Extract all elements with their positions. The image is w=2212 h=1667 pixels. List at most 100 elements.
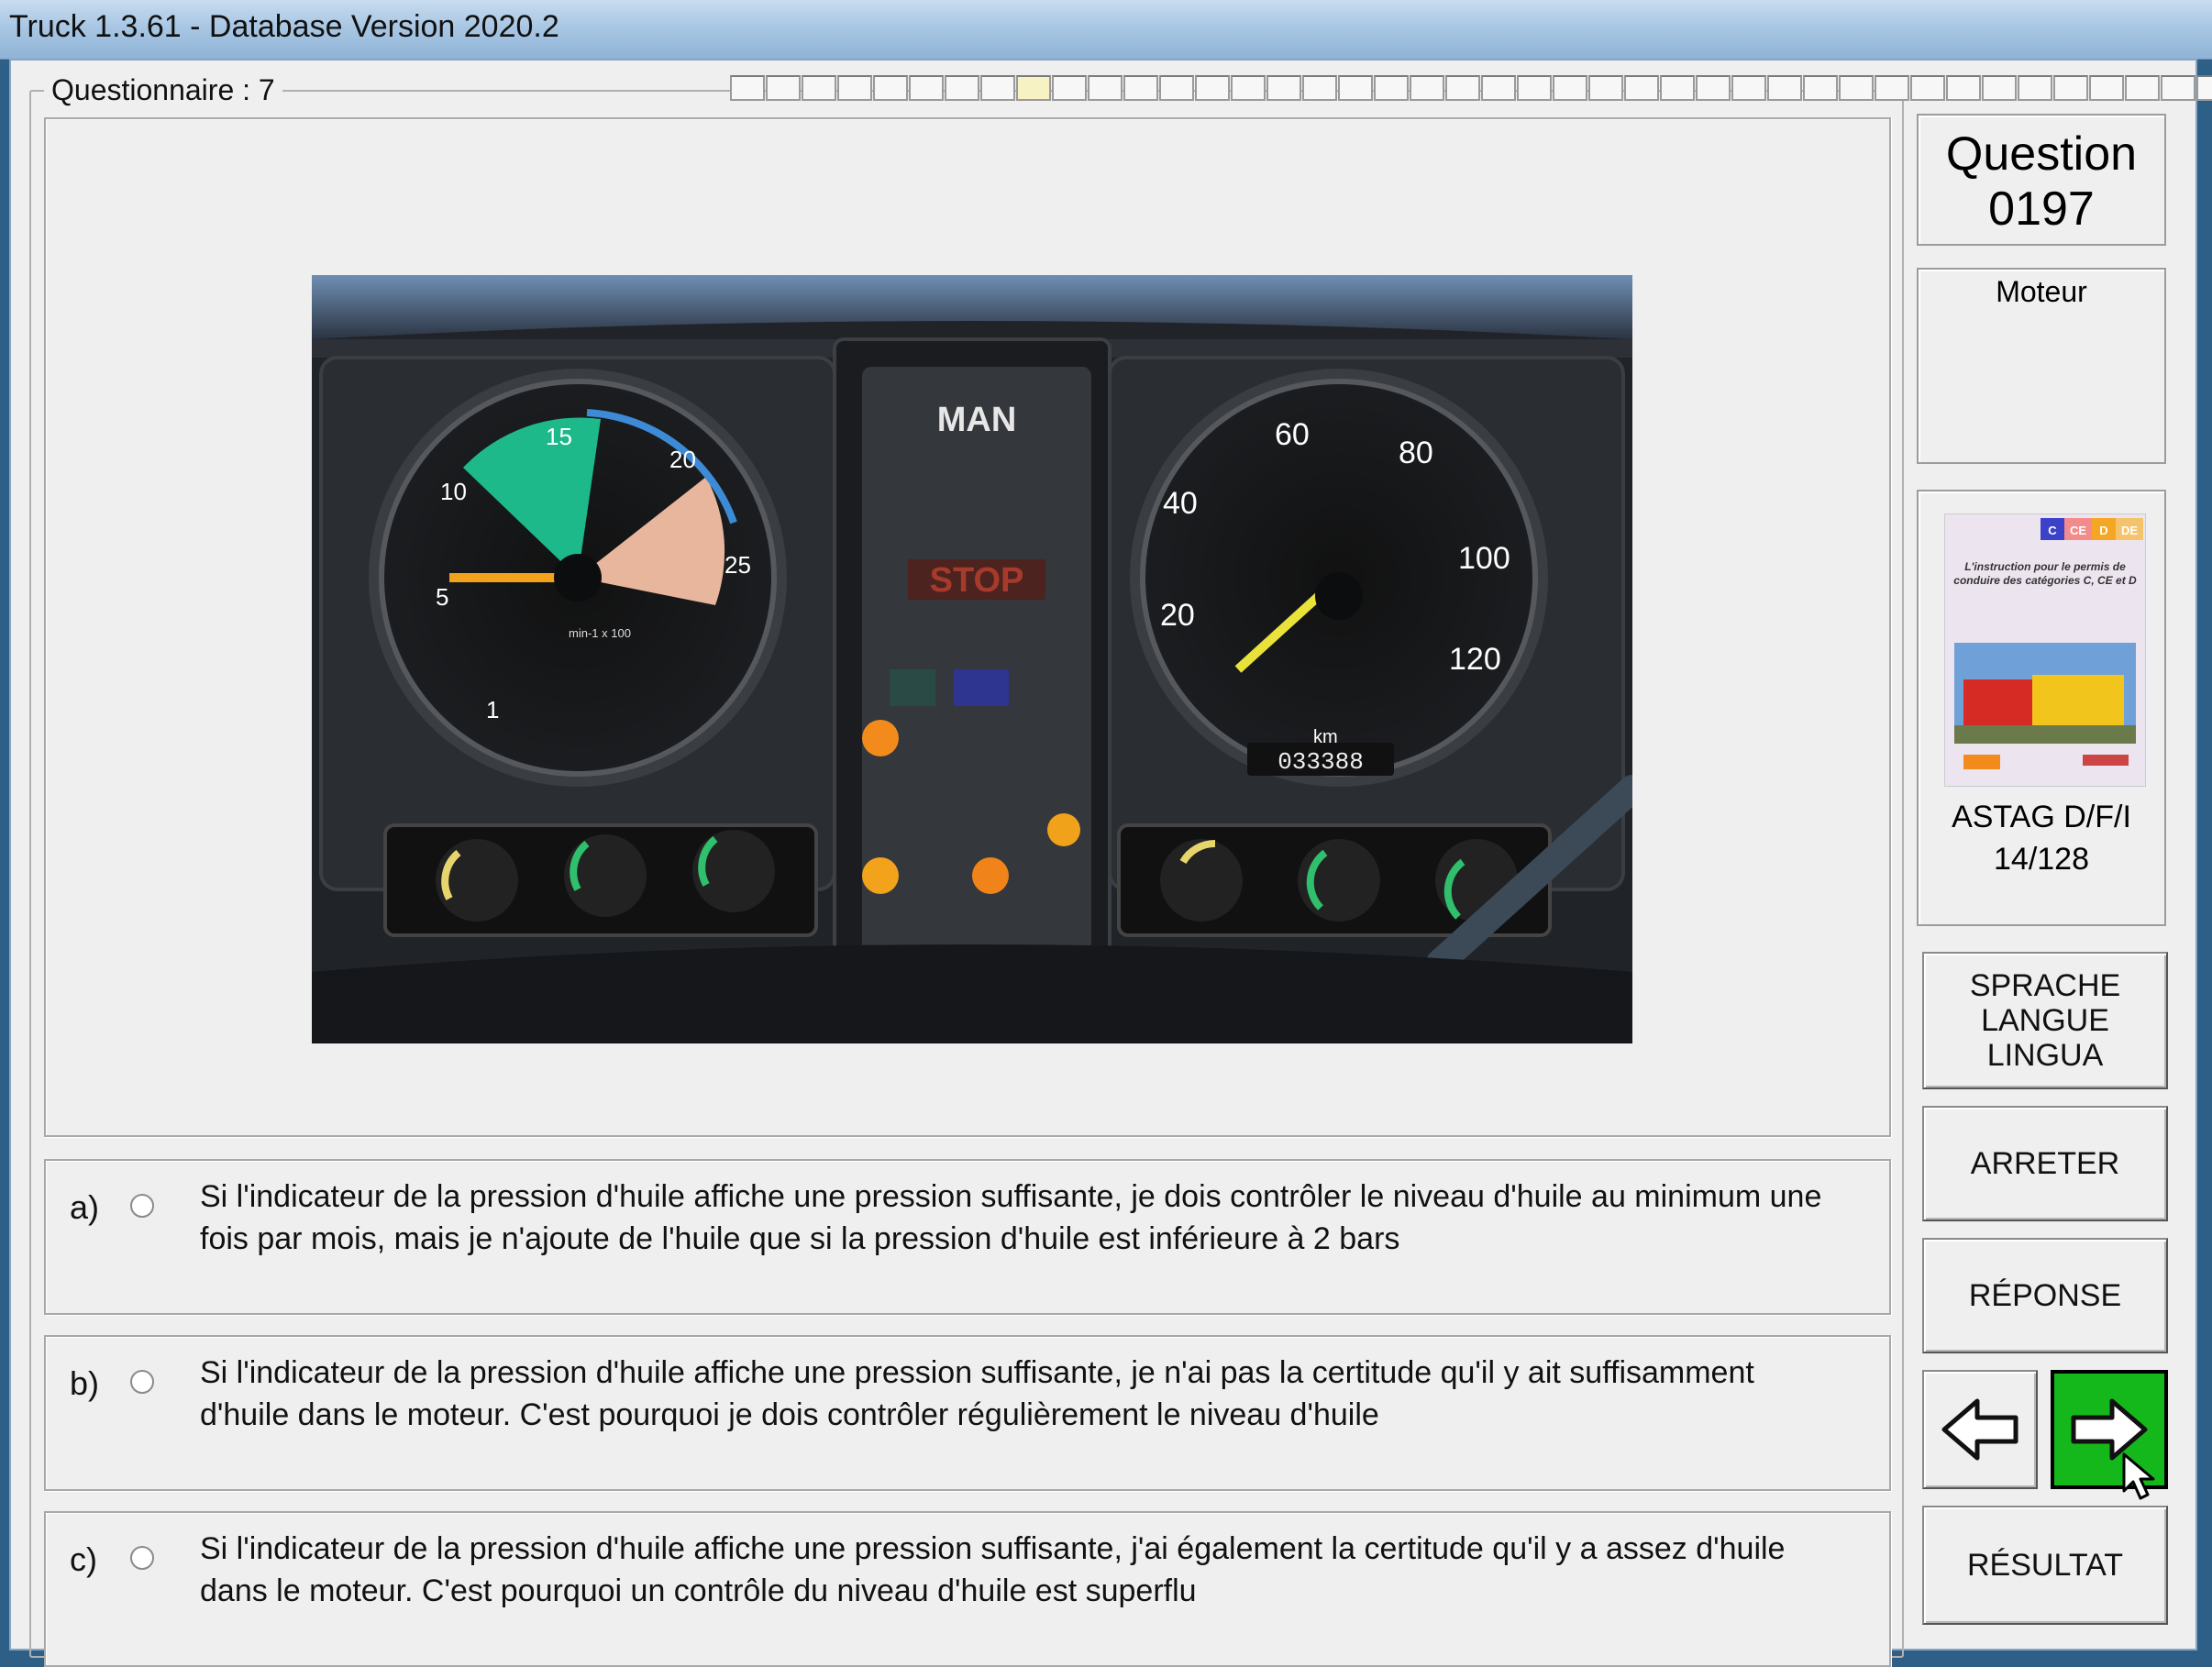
cover-category: D xyxy=(2099,524,2107,537)
progress-cell xyxy=(1231,75,1266,101)
reference-source: ASTAG D/F/I xyxy=(1952,800,2131,834)
progress-cell xyxy=(1517,75,1552,101)
answer-letter: a) xyxy=(70,1188,100,1226)
speed-tick-label: 20 xyxy=(1160,598,1195,633)
answer-letter: c) xyxy=(70,1540,97,1578)
progress-cell xyxy=(1410,75,1444,101)
app-window: Questionnaire : 7 1 5 10 15 20 25 min-1 … xyxy=(9,59,2212,1667)
progress-cell xyxy=(1374,75,1409,101)
answer-option-b[interactable]: b) Si l'indicateur de la pression d'huil… xyxy=(44,1335,1891,1491)
question-category: Moteur xyxy=(1996,275,2087,308)
previous-button[interactable] xyxy=(1922,1370,2038,1489)
progress-cell xyxy=(1195,75,1230,101)
answer-option-c[interactable]: c) Si l'indicateur de la pression d'huil… xyxy=(44,1511,1891,1667)
progress-cell xyxy=(1588,75,1623,101)
cover-category: DE xyxy=(2121,524,2138,537)
progress-cell xyxy=(2089,75,2124,101)
progress-cell xyxy=(873,75,908,101)
progress-cell xyxy=(1338,75,1373,101)
title-bar: Truck 1.3.61 - Database Version 2020.2 xyxy=(0,0,2212,60)
rpm-tick-label: 5 xyxy=(436,583,448,611)
answer-button[interactable]: RÉPONSE xyxy=(1922,1238,2168,1353)
language-label-de: SPRACHE xyxy=(1969,968,2121,1003)
answer-b-radio[interactable] xyxy=(130,1370,154,1394)
progress-cell xyxy=(766,75,801,101)
progress-cell xyxy=(2196,75,2212,101)
window-title: Truck 1.3.61 - Database Version 2020.2 xyxy=(9,9,559,44)
progress-cell xyxy=(1731,75,1766,101)
progress-cell xyxy=(1088,75,1123,101)
answer-letter: b) xyxy=(70,1364,100,1402)
cover-category: C xyxy=(2048,524,2057,537)
progress-cell xyxy=(909,75,944,101)
question-number: 0197 xyxy=(1988,182,2095,236)
progress-cell xyxy=(1481,75,1516,101)
rpm-tick-label: 15 xyxy=(546,423,572,450)
progress-cell xyxy=(1767,75,1802,101)
rpm-tick-label: 1 xyxy=(486,696,499,723)
progress-cell xyxy=(1982,75,2017,101)
speed-tick-label: 100 xyxy=(1458,541,1510,576)
answer-a-radio[interactable] xyxy=(130,1194,154,1218)
brand-logo-text: MAN xyxy=(937,401,1017,439)
cover-category: CE xyxy=(2070,524,2086,537)
speed-tick-label: 120 xyxy=(1449,642,1501,677)
progress-cell-current xyxy=(1016,75,1051,101)
progress-cell xyxy=(1660,75,1695,101)
result-button[interactable]: RÉSULTAT xyxy=(1922,1506,2168,1625)
progress-cell xyxy=(1123,75,1158,101)
rpm-unit-label: min-1 x 100 xyxy=(569,626,631,640)
progress-cell xyxy=(2053,75,2088,101)
progress-cell xyxy=(837,75,872,101)
language-label-fr: LANGUE xyxy=(1981,1003,2109,1038)
progress-cell xyxy=(1910,75,1945,101)
question-number-box: Question 0197 xyxy=(1917,114,2166,246)
answer-c-radio[interactable] xyxy=(130,1546,154,1570)
progress-cell xyxy=(1302,75,1337,101)
language-label-it: LINGUA xyxy=(1986,1038,2104,1073)
cover-title-text: L'instruction pour le permis de conduire… xyxy=(1953,560,2137,587)
odometer-reading: 033388 xyxy=(1277,748,1364,776)
answer-text: Si l'indicateur de la pression d'huile a… xyxy=(200,1531,1786,1608)
rpm-tick-label: 10 xyxy=(440,478,467,505)
progress-cell xyxy=(1445,75,1480,101)
progress-cell xyxy=(1159,75,1194,101)
progress-cell xyxy=(1946,75,1981,101)
progress-cell xyxy=(945,75,979,101)
speed-tick-label: 40 xyxy=(1163,486,1198,521)
question-heading: Question xyxy=(1945,127,2138,181)
question-progress xyxy=(730,75,2212,103)
progress-cell xyxy=(1803,75,1838,101)
dashboard-photo: 1 5 10 15 20 25 min-1 x 100 MAN STOP 20 … xyxy=(312,275,1632,1043)
answer-option-a[interactable]: a) Si l'indicateur de la pression d'huil… xyxy=(44,1159,1891,1315)
arrow-left-icon xyxy=(1941,1398,2018,1461)
progress-cell xyxy=(1624,75,1659,101)
reference-book-box: C CE D DE L'instruction pour le permis d… xyxy=(1917,490,2166,926)
progress-cell xyxy=(1052,75,1087,101)
progress-cell xyxy=(2125,75,2160,101)
answer-text: Si l'indicateur de la pression d'huile a… xyxy=(200,1179,1822,1256)
reference-page: 14/128 xyxy=(1994,842,2089,877)
progress-cell xyxy=(2018,75,2052,101)
book-cover-illustration: C CE D DE L'instruction pour le permis d… xyxy=(1945,514,2145,786)
speed-tick-label: 60 xyxy=(1275,417,1310,452)
speed-tick-label: 80 xyxy=(1399,436,1433,470)
language-button[interactable]: SPRACHE LANGUE LINGUA xyxy=(1922,952,2168,1089)
answer-text: Si l'indicateur de la pression d'huile a… xyxy=(200,1355,1754,1432)
progress-cell xyxy=(1696,75,1731,101)
truck-dashboard-illustration: 1 5 10 15 20 25 min-1 x 100 MAN STOP 20 … xyxy=(312,275,1632,1043)
questionnaire-label: Questionnaire : 7 xyxy=(44,73,282,107)
progress-cell xyxy=(980,75,1015,101)
stop-button[interactable]: ARRETER xyxy=(1922,1106,2168,1221)
rpm-tick-label: 20 xyxy=(669,446,696,473)
progress-cell xyxy=(1839,75,1874,101)
stop-warning-text: STOP xyxy=(930,561,1024,600)
book-cover-image: C CE D DE L'instruction pour le permis d… xyxy=(1944,513,2146,787)
progress-cell xyxy=(2161,75,2195,101)
progress-cell xyxy=(1875,75,1909,101)
progress-cell xyxy=(1553,75,1587,101)
rpm-tick-label: 25 xyxy=(724,551,751,579)
mouse-cursor-icon xyxy=(2122,1452,2155,1500)
progress-cell xyxy=(802,75,836,101)
progress-cell xyxy=(1266,75,1301,101)
